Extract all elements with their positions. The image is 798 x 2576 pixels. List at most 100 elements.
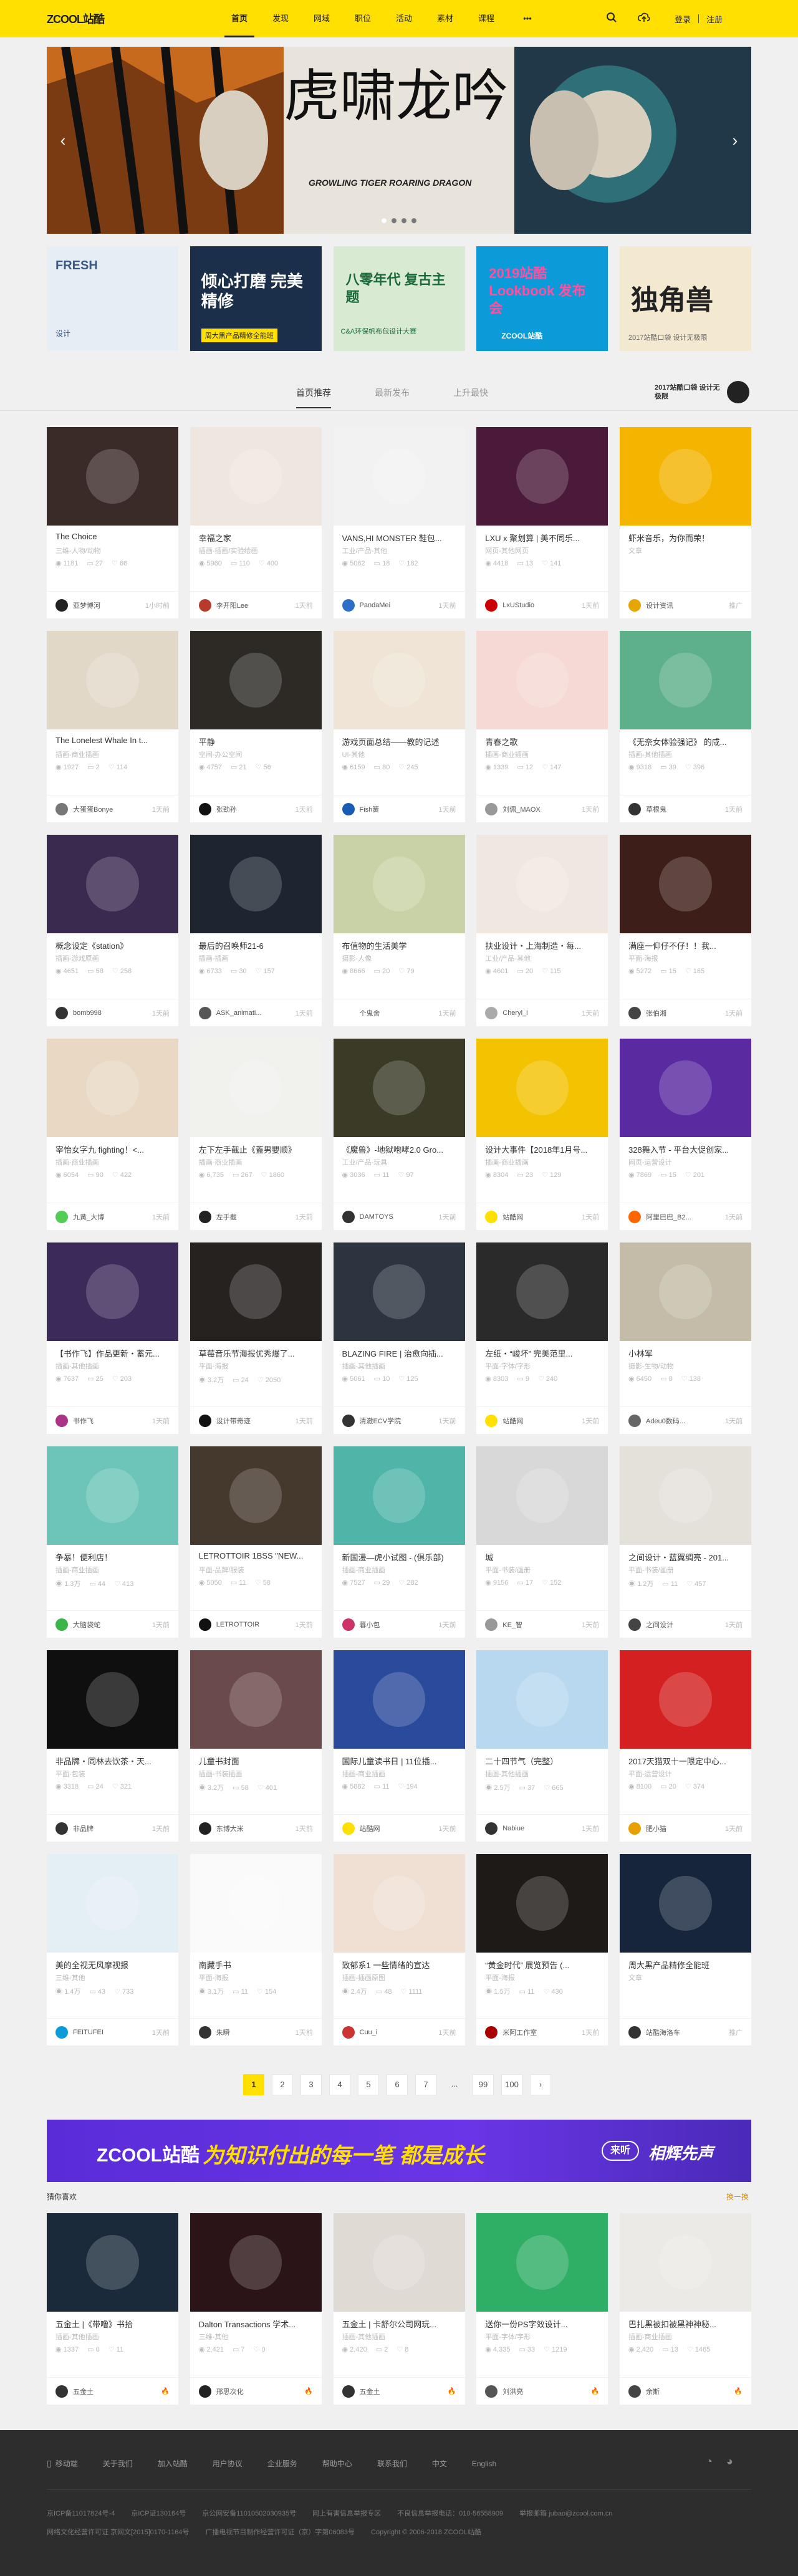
author-name[interactable]: 左手截 bbox=[216, 1212, 292, 1222]
work-cover-image[interactable] bbox=[47, 835, 178, 933]
work-card[interactable]: The Lonelest Whale In t... 插画-商业插画 ◉ 1927 ▭… bbox=[47, 631, 178, 822]
avatar[interactable] bbox=[198, 802, 211, 815]
work-title[interactable]: “黄金时代” 展览预告 (... bbox=[476, 1953, 608, 1970]
author-name[interactable]: 刘佩_MAOX bbox=[502, 804, 578, 814]
avatar[interactable] bbox=[628, 2026, 641, 2039]
avatar[interactable] bbox=[198, 1618, 211, 1631]
work-title[interactable]: LXU x 聚划算 | 美不同乐... bbox=[476, 526, 608, 543]
work-title[interactable]: BLAZING FIRE | 治愈向插... bbox=[334, 1341, 465, 1358]
work-cover-image[interactable] bbox=[620, 1039, 751, 1137]
work-cover-image[interactable] bbox=[333, 1242, 465, 1341]
work-title[interactable]: 小林军 bbox=[620, 1341, 751, 1358]
work-card[interactable]: LXU x 聚划算 | 美不同乐... 网页-其他网页 ◉ 4418 ▭ 13 ♡ 14… bbox=[476, 427, 608, 618]
work-card[interactable]: 小林军 摄影-生物/动物 ◉ 6450 ▭ 8 ♡ 138 Adeu0数码... 1天前 bbox=[620, 1242, 751, 1434]
work-card[interactable]: 美的全视无风摩视报 三维-其他 ◉ 1.4万 ▭ 43 ♡ 733 FEITUFEI 1天前 bbox=[47, 1854, 178, 2045]
work-card[interactable]: 布值物的生活美学 摄影-人像 ◉ 8666 ▭ 20 ♡ 79 个鬼舍 1天前 bbox=[333, 835, 465, 1026]
author-name[interactable]: 张劲孙 bbox=[216, 804, 292, 814]
work-title[interactable]: 儿童书封面 bbox=[190, 1749, 322, 1766]
work-title[interactable]: 幸福之家 bbox=[190, 526, 322, 543]
avatar[interactable] bbox=[628, 1006, 641, 1019]
work-cover-image[interactable] bbox=[190, 1242, 322, 1341]
avatar[interactable] bbox=[628, 598, 641, 612]
author-name[interactable]: bomb998 bbox=[73, 1009, 148, 1017]
work-title[interactable]: 五金土 |《带噜》书拾 bbox=[47, 2312, 178, 2329]
work-cover-image[interactable] bbox=[476, 1650, 608, 1749]
avatar[interactable] bbox=[55, 1414, 68, 1427]
avatar[interactable] bbox=[485, 598, 498, 612]
author-name[interactable]: 站酷海洛车 bbox=[646, 2027, 725, 2037]
work-card[interactable]: 【书作飞】作品更新・蓄元... 插画-其他插画 ◉ 7637 ▭ 25 ♡ 203 书作飞… bbox=[47, 1242, 178, 1434]
author-name[interactable]: 站酷网 bbox=[502, 1416, 578, 1426]
upload-icon[interactable] bbox=[637, 12, 651, 26]
work-cover-image[interactable] bbox=[47, 631, 178, 729]
avatar[interactable] bbox=[342, 1414, 355, 1427]
work-card[interactable]: 设计大事件【2018年1月号... 插画-商业插画 ◉ 8304 ▭ 23 ♡ 129 站… bbox=[476, 1039, 608, 1230]
author-name[interactable]: 朱瞬 bbox=[216, 2027, 292, 2037]
work-cover-image[interactable] bbox=[476, 1446, 608, 1545]
work-cover-image[interactable] bbox=[476, 835, 608, 933]
featured-thumb[interactable]: 倾心打磨 完美精修 周大黑产品精修全能班 bbox=[190, 246, 322, 351]
work-cover-image[interactable] bbox=[47, 1650, 178, 1749]
work-card[interactable]: 左纸・“峻坏” 完美范里... 平面-字体/字形 ◉ 8303 ▭ 9 ♡ 240 站酷网… bbox=[476, 1242, 608, 1434]
avatar[interactable] bbox=[628, 2385, 641, 2398]
work-title[interactable]: 概念设定《station》 bbox=[47, 933, 178, 951]
avatar[interactable] bbox=[55, 1006, 68, 1019]
work-title[interactable]: 【书作飞】作品更新・蓄元... bbox=[47, 1341, 178, 1358]
footer-link[interactable]: 加入站酷 bbox=[158, 2458, 188, 2469]
work-card[interactable]: 巴扎黑被扣被黑神神秘... 插画-商业插画 ◉ 2,420 ▭ 13 ♡ 1465 余斯 🔥 bbox=[620, 2213, 751, 2405]
page-button[interactable]: 2 bbox=[272, 2074, 293, 2095]
work-card[interactable]: 之间设计・蓝翼绸亮 - 201... 平面-书装/画册 ◉ 1.2万 ▭ 11 ♡ 45… bbox=[620, 1446, 751, 1638]
banner-dot[interactable] bbox=[382, 218, 387, 223]
banner-prev-arrow[interactable]: ‹ bbox=[55, 131, 70, 150]
work-cover-image[interactable] bbox=[620, 1854, 751, 1953]
work-title[interactable]: 扶业设计・上海制造・每... bbox=[476, 933, 608, 951]
work-card[interactable]: 满座一仰仔不仔！！我... 平面-海报 ◉ 5272 ▭ 15 ♡ 165 张伯湘 1天前 bbox=[620, 835, 751, 1026]
avatar[interactable] bbox=[198, 1006, 211, 1019]
work-title[interactable]: 328舞入节 - 平台大促创家... bbox=[620, 1137, 751, 1155]
work-card[interactable]: VANS,HI MONSTER 鞋包... 工业/产品-其他 ◉ 5062 ▭ 18 ♡… bbox=[333, 427, 465, 618]
work-title[interactable]: LETROTTOIR 1BSS "NEW... bbox=[190, 1545, 322, 1562]
work-title[interactable]: 巴扎黑被扣被黑神神秘... bbox=[620, 2312, 751, 2329]
nav-events[interactable]: 活动 bbox=[389, 0, 419, 37]
work-cover-image[interactable] bbox=[190, 1039, 322, 1137]
work-title[interactable]: 非品牌・同林去饮茶・天... bbox=[47, 1749, 178, 1766]
page-button[interactable]: 99 bbox=[473, 2074, 494, 2095]
work-cover-image[interactable] bbox=[47, 1242, 178, 1341]
author-name[interactable]: 大蛋蛋Bonye bbox=[73, 804, 148, 814]
author-name[interactable]: Cheryl_i bbox=[502, 1009, 578, 1017]
featured-thumb[interactable]: 2019站酷 Lookbook 发布会 ZCOOL站酷 bbox=[476, 246, 608, 351]
avatar[interactable] bbox=[198, 1414, 211, 1427]
author-name[interactable]: Cuu_i bbox=[360, 2029, 435, 2036]
nav-jobs[interactable]: 职位 bbox=[348, 0, 378, 37]
refresh-button[interactable]: 换一换 bbox=[726, 2191, 749, 2202]
footer-link[interactable]: 中文 bbox=[432, 2458, 447, 2469]
author-name[interactable]: 站酷网 bbox=[502, 1212, 578, 1222]
work-cover-image[interactable] bbox=[476, 1854, 608, 1953]
author-name[interactable]: 刘洪亮 bbox=[502, 2386, 587, 2396]
nav-discover[interactable]: 发现 bbox=[266, 0, 296, 37]
page-button[interactable]: 1 bbox=[243, 2074, 264, 2095]
banner-dot[interactable] bbox=[392, 218, 397, 223]
work-cover-image[interactable] bbox=[333, 1650, 465, 1749]
author-name[interactable]: DAMTOYS bbox=[360, 1213, 435, 1221]
work-title[interactable]: 新国漫—虎小试图 - (俱乐部) bbox=[334, 1545, 465, 1562]
work-title[interactable]: 草莓音乐节海报优秀爆了... bbox=[190, 1341, 322, 1358]
register-button[interactable]: 注册 bbox=[706, 13, 723, 25]
work-card[interactable]: 送你一份PS字效设计... 平面-字体/字形 ◉ 4,335 ▭ 33 ♡ 1219 刘洪… bbox=[476, 2213, 608, 2405]
work-title[interactable]: VANS,HI MONSTER 鞋包... bbox=[334, 526, 465, 543]
work-cover-image[interactable] bbox=[620, 1446, 751, 1545]
work-title[interactable]: 《无奈女体验强记》 的咸... bbox=[620, 729, 751, 747]
featured-thumb[interactable]: 八零年代 复古主题 C&A环保帆布包设计大赛 bbox=[333, 246, 465, 351]
author-name[interactable]: 肥小猫 bbox=[646, 1824, 721, 1833]
work-card[interactable]: “黄金时代” 展览预告 (... 平面-海报 ◉ 1.5万 ▭ 11 ♡ 430 米阿工作… bbox=[476, 1854, 608, 2045]
nav-domains[interactable]: 网域 bbox=[307, 0, 337, 37]
work-card[interactable]: 扶业设计・上海制造・每... 工业/产品-其他 ◉ 4601 ▭ 20 ♡ 115 Che… bbox=[476, 835, 608, 1026]
footer-link[interactable]: English bbox=[472, 2459, 496, 2468]
avatar[interactable] bbox=[198, 1822, 211, 1835]
work-cover-image[interactable] bbox=[333, 427, 465, 526]
work-cover-image[interactable] bbox=[620, 1242, 751, 1341]
footer-link[interactable]: 移动端 bbox=[55, 2458, 78, 2469]
page-button[interactable]: 5 bbox=[358, 2074, 379, 2095]
avatar[interactable] bbox=[485, 802, 498, 815]
work-cover-image[interactable] bbox=[47, 1039, 178, 1137]
